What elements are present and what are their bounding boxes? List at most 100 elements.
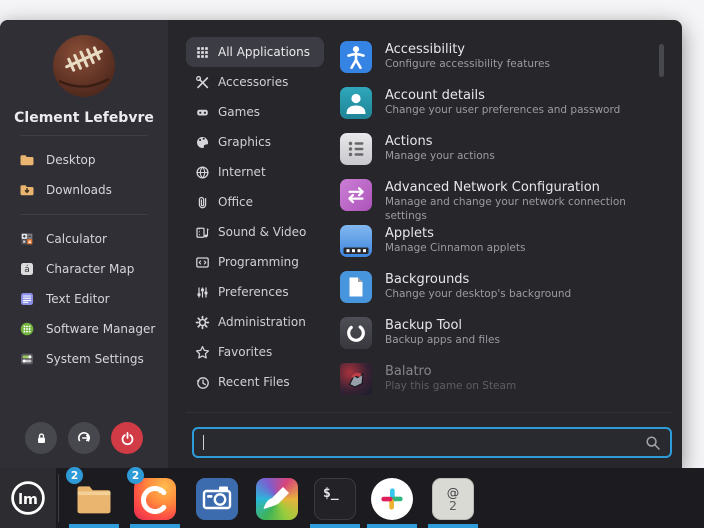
category-programming[interactable]: Programming: [186, 247, 313, 277]
star-icon: [195, 345, 210, 360]
taskbar-item-mail[interactable]: @ 2: [432, 478, 474, 520]
app-item-advanced-network-configuration[interactable]: Advanced Network Configuration Manage an…: [340, 179, 658, 225]
search-icon: [645, 435, 661, 451]
sidebar-item-character-map[interactable]: á Character Map: [0, 254, 168, 284]
category-label: Graphics: [218, 135, 271, 149]
category-label: Administration: [218, 315, 306, 329]
app-item-account-details[interactable]: Account details Change your user prefere…: [340, 87, 658, 133]
terminal-icon: $_: [314, 478, 356, 520]
sidebar-item-calculator[interactable]: Calculator: [0, 224, 168, 254]
category-internet[interactable]: Internet: [186, 157, 280, 187]
category-graphics[interactable]: Graphics: [186, 127, 285, 157]
network-configuration-icon: [340, 179, 372, 211]
app-title: Advanced Network Configuration: [385, 180, 658, 195]
category-administration[interactable]: Administration: [186, 307, 320, 337]
folder-icon: [19, 152, 35, 168]
taskbar-item-firefox[interactable]: 2: [134, 478, 176, 520]
session-buttons: [0, 422, 168, 454]
app-title: Actions: [385, 134, 495, 149]
app-text: Account details Change your user prefere…: [385, 87, 620, 117]
app-subtitle: Configure accessibility features: [385, 57, 550, 71]
notification-badge: 2: [66, 467, 83, 484]
divider: [20, 214, 148, 215]
app-title: Accessibility: [385, 42, 550, 57]
app-item-balatro[interactable]: Balatro Play this game on Steam: [340, 363, 658, 409]
sidebar-item-label: Software Manager: [46, 322, 155, 336]
app-item-applets[interactable]: Applets Manage Cinnamon applets: [340, 225, 658, 271]
svg-text:lm: lm: [18, 492, 38, 508]
lock-icon: [34, 431, 49, 446]
desktop-background: Clement Lefebvre Desktop Downloads: [0, 0, 704, 528]
sidebar-item-downloads[interactable]: Downloads: [0, 175, 168, 205]
paperclip-icon: [195, 195, 210, 210]
logout-button[interactable]: [68, 422, 100, 454]
sidebar-spacer: [0, 374, 168, 422]
category-label: All Applications: [218, 45, 310, 59]
history-clock-icon: [195, 375, 210, 390]
linux-mint-logo-icon: lm: [9, 479, 47, 517]
running-indicator: [310, 524, 360, 528]
running-indicator: [130, 524, 180, 528]
taskbar-item-slack[interactable]: [371, 478, 413, 520]
backgrounds-icon: [340, 271, 372, 303]
lock-screen-button[interactable]: [25, 422, 57, 454]
search-input[interactable]: [204, 435, 645, 450]
character-map-icon: á: [19, 261, 35, 277]
category-games[interactable]: Games: [186, 97, 274, 127]
list-bottom-divider: [186, 412, 672, 413]
taskbar-item-drawing[interactable]: [256, 478, 298, 520]
taskbar-item-files[interactable]: 2: [73, 478, 115, 520]
app-item-backup-tool[interactable]: Backup Tool Backup apps and files: [340, 317, 658, 363]
category-accessories[interactable]: Accessories: [186, 67, 302, 97]
gamepad-icon: [195, 105, 210, 120]
category-sound-video[interactable]: Sound & Video: [186, 217, 320, 247]
sidebar-item-label: System Settings: [46, 352, 144, 366]
app-subtitle: Change your user preferences and passwor…: [385, 103, 620, 117]
category-favorites[interactable]: Favorites: [186, 337, 286, 367]
menu-launcher-button[interactable]: lm: [0, 468, 56, 528]
category-label: Accessories: [218, 75, 288, 89]
app-text: Applets Manage Cinnamon applets: [385, 225, 525, 255]
category-recent-files[interactable]: Recent Files: [186, 367, 304, 397]
divider: [20, 135, 148, 136]
user-avatar[interactable]: [53, 35, 115, 97]
sidebar-item-label: Text Editor: [46, 292, 110, 306]
running-indicator: [367, 524, 417, 528]
gear-icon: [195, 315, 210, 330]
calculator-icon: [19, 231, 35, 247]
app-subtitle: Change your desktop's background: [385, 287, 571, 301]
search-box: [192, 427, 672, 458]
app-text: Balatro Play this game on Steam: [385, 363, 516, 393]
app-item-accessibility[interactable]: Accessibility Configure accessibility fe…: [340, 41, 658, 87]
sidebar-item-software-manager[interactable]: Software Manager: [0, 314, 168, 344]
sidebar-item-text-editor[interactable]: Text Editor: [0, 284, 168, 314]
application-list: Accessibility Configure accessibility fe…: [340, 41, 658, 409]
software-manager-icon: [19, 321, 35, 337]
sidebar-item-desktop[interactable]: Desktop: [0, 145, 168, 175]
power-button[interactable]: [111, 422, 143, 454]
category-label: Games: [218, 105, 260, 119]
backup-tool-icon: [340, 317, 372, 349]
category-preferences[interactable]: Preferences: [186, 277, 303, 307]
category-label: Preferences: [218, 285, 289, 299]
app-item-actions[interactable]: Actions Manage your actions: [340, 133, 658, 179]
category-label: Sound & Video: [218, 225, 306, 239]
sidebar-item-label: Downloads: [46, 183, 112, 197]
tools-icon: [195, 75, 210, 90]
taskbar-item-terminal[interactable]: $_: [314, 478, 356, 520]
taskbar-item-screenshot[interactable]: [196, 478, 238, 520]
app-title: Account details: [385, 88, 620, 103]
power-icon: [120, 431, 135, 446]
app-list-scrollbar[interactable]: [659, 44, 664, 77]
app-title: Backup Tool: [385, 318, 500, 333]
category-label: Recent Files: [218, 375, 290, 389]
sidebar-item-system-settings[interactable]: System Settings: [0, 344, 168, 374]
globe-icon: [195, 165, 210, 180]
film-note-icon: [195, 225, 210, 240]
category-office[interactable]: Office: [186, 187, 267, 217]
app-item-backgrounds[interactable]: Backgrounds Change your desktop's backgr…: [340, 271, 658, 317]
text-editor-icon: [19, 291, 35, 307]
app-text: Advanced Network Configuration Manage an…: [385, 179, 658, 223]
slack-icon: [371, 478, 413, 520]
category-all-applications[interactable]: All Applications: [186, 37, 324, 67]
